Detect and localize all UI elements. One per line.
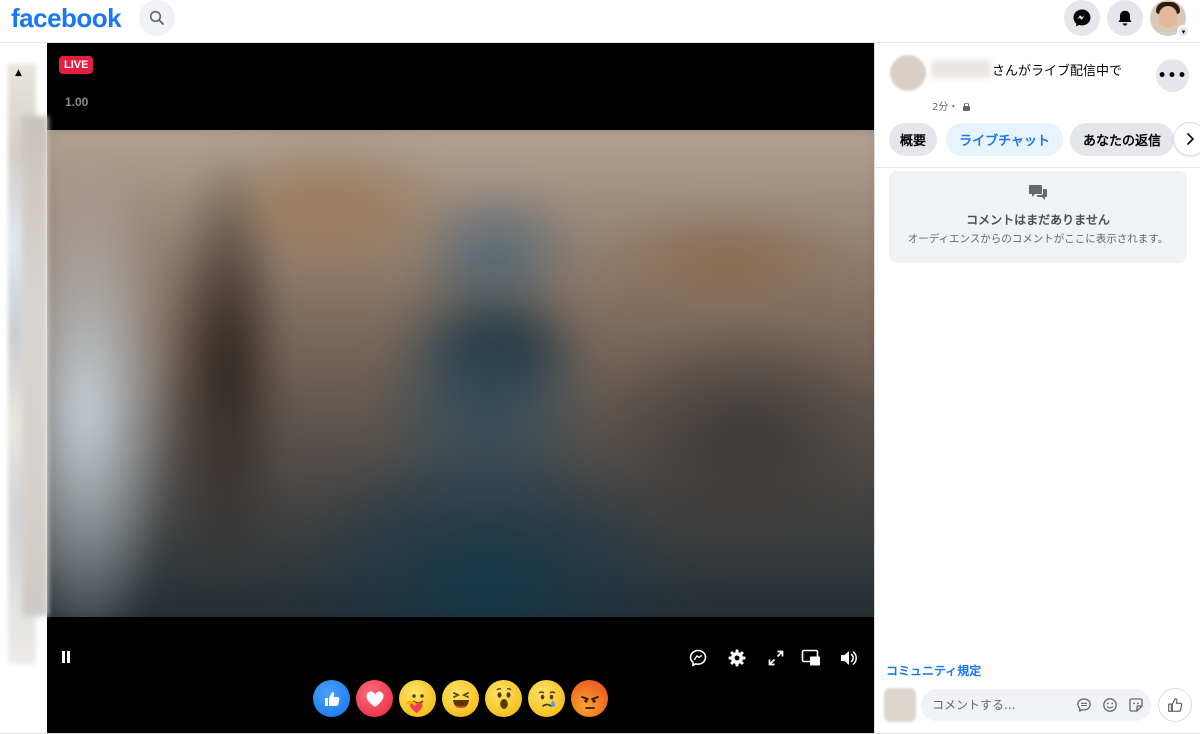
picture-in-picture-button[interactable] [800, 647, 822, 669]
top-navigation-bar: facebook ▾ [0, 0, 1200, 43]
facebook-logo[interactable]: facebook [11, 3, 122, 34]
emoji-button[interactable] [1101, 696, 1119, 714]
tab-your-replies[interactable]: あなたの返信 [1070, 123, 1174, 156]
video-frame[interactable] [47, 130, 874, 617]
tab-live-chat[interactable]: ライブチャット [946, 123, 1063, 156]
comments-icon [1029, 185, 1047, 200]
chat-sticker-button[interactable] [1075, 696, 1093, 714]
like-reaction-button[interactable] [313, 680, 350, 717]
live-chat-icon [689, 649, 707, 667]
notifications-icon [1118, 10, 1132, 26]
tab-overview[interactable]: 概要 [889, 123, 937, 156]
sad-reaction-button[interactable] [528, 680, 565, 717]
love-reaction-button[interactable] [356, 680, 393, 717]
reaction-bar [313, 680, 608, 718]
sad-emoji-icon [538, 690, 555, 707]
laughing-emoji-icon [452, 691, 469, 708]
surprised-emoji-icon [496, 687, 511, 709]
audience-icon [962, 102, 970, 111]
post-time: 2分・ [932, 98, 971, 113]
empty-comments-title: コメントはまだありません [966, 213, 1110, 227]
haha-reaction-button[interactable] [442, 680, 479, 717]
playback-speed: 1.00 [65, 95, 89, 109]
chat-bubble-icon [1077, 698, 1091, 713]
panel-tabs: 概要 ライブチャット あなたの返信 [889, 123, 1200, 156]
chevron-down-icon[interactable]: ▾ [1177, 25, 1190, 38]
live-video-player[interactable]: LIVE 1.00 [47, 43, 874, 734]
sticker-button[interactable] [1127, 696, 1145, 714]
empty-comments-subtitle: オーディエンスからのコメントがここに表示されます。 [907, 233, 1169, 245]
sticker-icon [1129, 698, 1143, 712]
wow-reaction-button[interactable] [485, 680, 522, 717]
notifications-button[interactable] [1107, 0, 1143, 36]
community-standards-link[interactable]: コミュニティ規定 [886, 662, 981, 679]
fullscreen-icon [768, 650, 784, 666]
settings-button[interactable] [726, 647, 748, 669]
thumbs-up-icon [324, 691, 339, 706]
picture-in-picture-icon [801, 649, 820, 666]
care-reaction-button[interactable] [399, 680, 436, 717]
heart-icon [365, 691, 384, 707]
video-controls [47, 643, 874, 673]
send-like-button[interactable] [1158, 688, 1192, 722]
live-chat-panel: さんがライブ配信中で 2分・ ••• 概要 ライブチャット あなたの返信 コメン… [874, 43, 1200, 734]
thumbs-up-icon [1168, 698, 1183, 712]
more-icon: ••• [1157, 67, 1188, 84]
my-avatar [884, 688, 916, 722]
messenger-button[interactable] [1064, 0, 1100, 36]
fullscreen-button[interactable] [765, 647, 787, 669]
search-button[interactable] [139, 0, 175, 36]
scroll-up-icon[interactable]: ▲ [15, 68, 22, 78]
empty-comments-box: コメントはまだありません オーディエンスからのコメントがここに表示されます。 [889, 171, 1187, 263]
pause-button[interactable] [60, 651, 72, 665]
messenger-icon [1073, 9, 1091, 27]
host-name-redacted[interactable] [931, 60, 991, 78]
volume-button[interactable] [838, 647, 860, 669]
more-options-button[interactable]: ••• [1156, 59, 1189, 92]
chevron-right-icon [1186, 132, 1195, 146]
live-chat-toggle-button[interactable] [687, 647, 709, 669]
volume-icon [841, 651, 857, 665]
settings-icon [728, 649, 746, 667]
tabs-next-button[interactable] [1173, 122, 1200, 156]
angry-emoji-icon [580, 695, 599, 709]
angry-reaction-button[interactable] [571, 680, 608, 717]
host-status-text: さんがライブ配信中で [992, 64, 1123, 79]
emoji-icon [1103, 698, 1117, 712]
host-avatar[interactable] [890, 55, 926, 91]
live-badge: LIVE [59, 56, 94, 74]
pause-icon [62, 651, 65, 663]
search-icon [149, 10, 164, 25]
care-emoji-icon [405, 693, 424, 713]
